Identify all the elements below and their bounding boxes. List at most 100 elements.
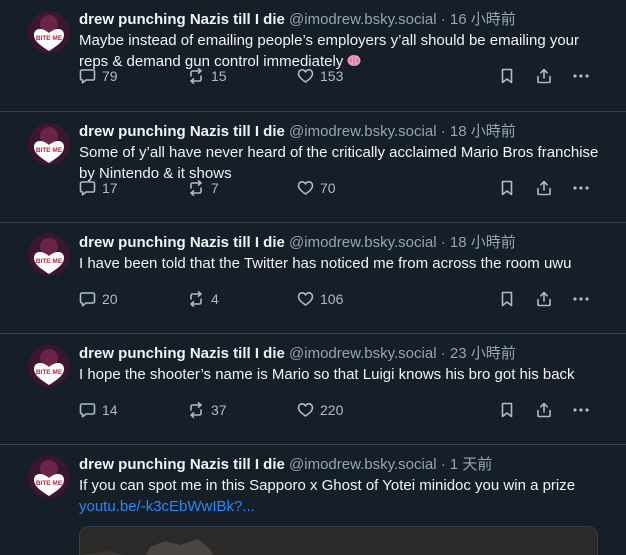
bookmark-button[interactable] <box>500 180 514 196</box>
bookmark-button[interactable] <box>500 68 514 84</box>
separator: · <box>440 345 446 362</box>
video-embed-card[interactable] <box>79 526 598 555</box>
author-name[interactable]: drew punching Nazis till I die <box>79 123 285 140</box>
bookmark-icon <box>501 68 513 84</box>
share-button[interactable] <box>536 402 552 418</box>
timestamp[interactable]: 23 小時前 <box>450 345 516 362</box>
heart-icon <box>297 69 314 83</box>
post-actions: 17 7 70 <box>79 180 626 202</box>
separator: · <box>440 123 446 140</box>
author-name[interactable]: drew punching Nazis till I die <box>79 11 285 28</box>
author-name[interactable]: drew punching Nazis till I die <box>79 456 285 473</box>
post-text-content: Maybe instead of emailing people’s emplo… <box>79 32 580 70</box>
avatar[interactable]: BITE ME <box>28 123 70 165</box>
svg-text:BITE ME: BITE ME <box>36 258 63 265</box>
repost-button[interactable]: 15 <box>187 68 227 84</box>
post-text: Maybe instead of emailing people’s emplo… <box>79 30 606 73</box>
avatar[interactable]: BITE ME <box>28 345 70 387</box>
timestamp[interactable]: 1 天前 <box>450 456 493 473</box>
repost-button[interactable]: 4 <box>187 291 219 307</box>
avatar[interactable]: BITE ME <box>28 234 70 276</box>
post-text: If you can spot me in this Sapporo x Gho… <box>79 475 606 517</box>
post-actions: 14 37 220 <box>79 402 626 424</box>
svg-text:BITE ME: BITE ME <box>36 147 63 154</box>
like-button[interactable]: 70 <box>297 180 336 196</box>
reply-count: 17 <box>102 180 118 196</box>
repost-button[interactable]: 37 <box>187 402 227 418</box>
share-button[interactable] <box>536 68 552 84</box>
reply-count: 20 <box>102 291 118 307</box>
svg-text:BITE ME: BITE ME <box>36 35 63 42</box>
author-handle[interactable]: @imodrew.bsky.social <box>289 11 437 28</box>
post-header: drew punching Nazis till I die @imodrew.… <box>79 234 606 252</box>
reply-count: 79 <box>102 68 118 84</box>
post-header: drew punching Nazis till I die @imodrew.… <box>79 345 606 363</box>
share-icon <box>537 402 551 418</box>
timestamp[interactable]: 16 小時前 <box>450 11 516 28</box>
svg-text:BITE ME: BITE ME <box>36 480 63 487</box>
author-handle[interactable]: @imodrew.bsky.social <box>289 345 437 362</box>
separator: · <box>440 456 446 473</box>
more-options-button[interactable] <box>572 291 590 307</box>
reply-icon <box>79 403 96 418</box>
post-header: drew punching Nazis till I die @imodrew.… <box>79 123 606 141</box>
repost-icon <box>190 291 202 307</box>
author-name[interactable]: drew punching Nazis till I die <box>79 234 285 251</box>
post-item[interactable]: BITE ME drew punching Nazis till I die @… <box>0 112 626 223</box>
more-options-button[interactable] <box>572 68 590 84</box>
like-button[interactable]: 106 <box>297 291 343 307</box>
bookmark-button[interactable] <box>500 291 514 307</box>
video-thumbnail <box>80 527 597 555</box>
repost-button[interactable]: 7 <box>187 180 219 196</box>
post-actions: 20 4 106 <box>79 291 626 313</box>
svg-text:BITE ME: BITE ME <box>36 369 63 376</box>
heart-icon <box>297 181 314 195</box>
like-count: 70 <box>320 180 336 196</box>
reply-count: 14 <box>102 402 118 418</box>
post-item[interactable]: BITE ME drew punching Nazis till I die @… <box>0 223 626 334</box>
post-text: I have been told that the Twitter has no… <box>79 255 572 272</box>
avatar[interactable]: BITE ME <box>28 11 70 53</box>
post-item[interactable]: BITE ME drew punching Nazis till I die @… <box>0 334 626 445</box>
post-text: I hope the shooter’s name is Mario so th… <box>79 366 575 383</box>
more-icon <box>573 297 589 301</box>
bookmark-icon <box>501 180 513 196</box>
bookmark-icon <box>501 291 513 307</box>
avatar[interactable]: BITE ME <box>28 456 70 498</box>
more-options-button[interactable] <box>572 180 590 196</box>
more-icon <box>573 408 589 412</box>
bookmark-button[interactable] <box>500 402 514 418</box>
repost-icon <box>190 180 202 196</box>
share-button[interactable] <box>536 291 552 307</box>
reply-button[interactable]: 17 <box>79 180 118 196</box>
reply-icon <box>79 292 96 307</box>
post-header: drew punching Nazis till I die @imodrew.… <box>79 456 606 474</box>
share-button[interactable] <box>536 180 552 196</box>
heart-icon <box>297 403 314 417</box>
post-item[interactable]: BITE ME drew punching Nazis till I die @… <box>0 0 626 112</box>
reply-icon <box>79 69 96 84</box>
like-button[interactable]: 220 <box>297 402 343 418</box>
author-handle[interactable]: @imodrew.bsky.social <box>289 456 437 473</box>
post-feed: BITE ME drew punching Nazis till I die @… <box>0 0 626 555</box>
repost-icon <box>190 68 202 84</box>
timestamp[interactable]: 18 小時前 <box>450 234 516 251</box>
reply-button[interactable]: 79 <box>79 68 118 84</box>
timestamp[interactable]: 18 小時前 <box>450 123 516 140</box>
repost-count: 4 <box>211 291 219 307</box>
like-button[interactable]: 153 <box>297 68 343 84</box>
author-name[interactable]: drew punching Nazis till I die <box>79 345 285 362</box>
more-options-button[interactable] <box>572 402 590 418</box>
post-link[interactable]: youtu.be/-k3cEbWwIBk?... <box>79 498 255 515</box>
reply-button[interactable]: 14 <box>79 402 118 418</box>
author-handle[interactable]: @imodrew.bsky.social <box>289 234 437 251</box>
author-handle[interactable]: @imodrew.bsky.social <box>289 123 437 140</box>
separator: · <box>440 234 446 251</box>
post-header: drew punching Nazis till I die @imodrew.… <box>79 11 606 29</box>
repost-count: 7 <box>211 180 219 196</box>
more-icon <box>573 74 589 78</box>
bookmark-icon <box>501 402 513 418</box>
separator: · <box>440 11 446 28</box>
reply-button[interactable]: 20 <box>79 291 118 307</box>
like-count: 220 <box>320 402 344 418</box>
